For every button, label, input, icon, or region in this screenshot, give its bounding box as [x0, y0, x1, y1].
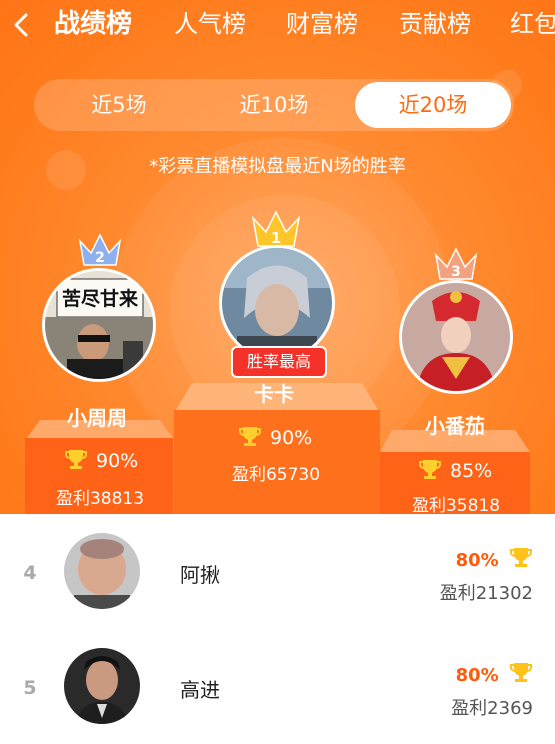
tab-red-packet[interactable]: 红包 [510, 8, 555, 40]
avatar[interactable] [64, 533, 140, 609]
rate-third-value: 85% [450, 460, 493, 482]
list-item[interactable]: 5 高进 80% 盈利2369 [0, 629, 555, 744]
tab-popularity[interactable]: 人气榜 [174, 8, 246, 40]
segment-last-10[interactable]: 近10场 [209, 79, 339, 131]
profit-value: 盈利2369 [451, 698, 533, 719]
rank-2-label: 2 [95, 250, 105, 266]
avatar[interactable] [64, 648, 140, 724]
rate-third: 85% [418, 457, 492, 486]
avatar-third[interactable] [399, 280, 513, 394]
leaderboard-hero: 战绩榜 人气榜 财富榜 贡献榜 红包 近5场 近10场 近20场 *彩票直播模拟… [0, 0, 555, 514]
avatar-calligraphy-text: 苦尽甘来 [62, 287, 138, 310]
win-rate-value: 80% [455, 550, 499, 571]
avatar-second[interactable]: 苦尽甘来 [42, 268, 156, 382]
trophy-icon [509, 545, 533, 574]
rate-second: 90% [64, 447, 138, 476]
profit-third: 盈利35818 [411, 496, 501, 514]
profit-value: 盈利21302 [439, 583, 533, 604]
best-rate-badge: 胜率最高 [231, 346, 327, 378]
avatar-first[interactable] [219, 245, 335, 361]
top-nav: 战绩榜 人气榜 财富榜 贡献榜 红包 [0, 0, 555, 52]
range-segmented-control: 近5场 近10场 近20场 [34, 79, 514, 131]
trophy-icon [509, 660, 533, 689]
chevron-left-icon[interactable] [10, 10, 34, 40]
segment-last-5[interactable]: 近5场 [54, 79, 184, 131]
tab-record[interactable]: 战绩榜 [54, 8, 132, 40]
rate-second-value: 90% [96, 450, 139, 472]
player-name-second: 小周周 [67, 406, 127, 430]
win-rate-value: 80% [455, 665, 499, 686]
win-rate: 80% [456, 545, 533, 574]
rate-first-value: 90% [270, 427, 313, 449]
player-name-first: 卡卡 [254, 382, 294, 406]
win-rate: 80% [456, 660, 533, 689]
tab-contribution[interactable]: 贡献榜 [399, 8, 471, 40]
player-name: 阿揪 [180, 563, 220, 587]
profit-second: 盈利38813 [55, 489, 145, 509]
win-rate-note: *彩票直播模拟盘最近N场的胜率 [149, 156, 406, 177]
list-item[interactable]: 4 阿揪 80% 盈利21302 [0, 514, 555, 629]
trophy-icon [64, 447, 88, 476]
rank-number: 5 [23, 677, 37, 699]
rate-first: 90% [238, 424, 312, 453]
rank-3-label: 3 [451, 264, 461, 280]
segment-last-20[interactable]: 近20场 [355, 82, 511, 128]
player-name: 高进 [180, 678, 220, 702]
crown-silver-icon: 2 [77, 233, 123, 273]
profit-first: 盈利65730 [231, 465, 321, 485]
player-name-third: 小番茄 [425, 414, 485, 438]
rank-number: 4 [23, 562, 37, 584]
tab-wealth[interactable]: 财富榜 [286, 8, 358, 40]
trophy-icon [418, 457, 442, 486]
trophy-icon [238, 424, 262, 453]
